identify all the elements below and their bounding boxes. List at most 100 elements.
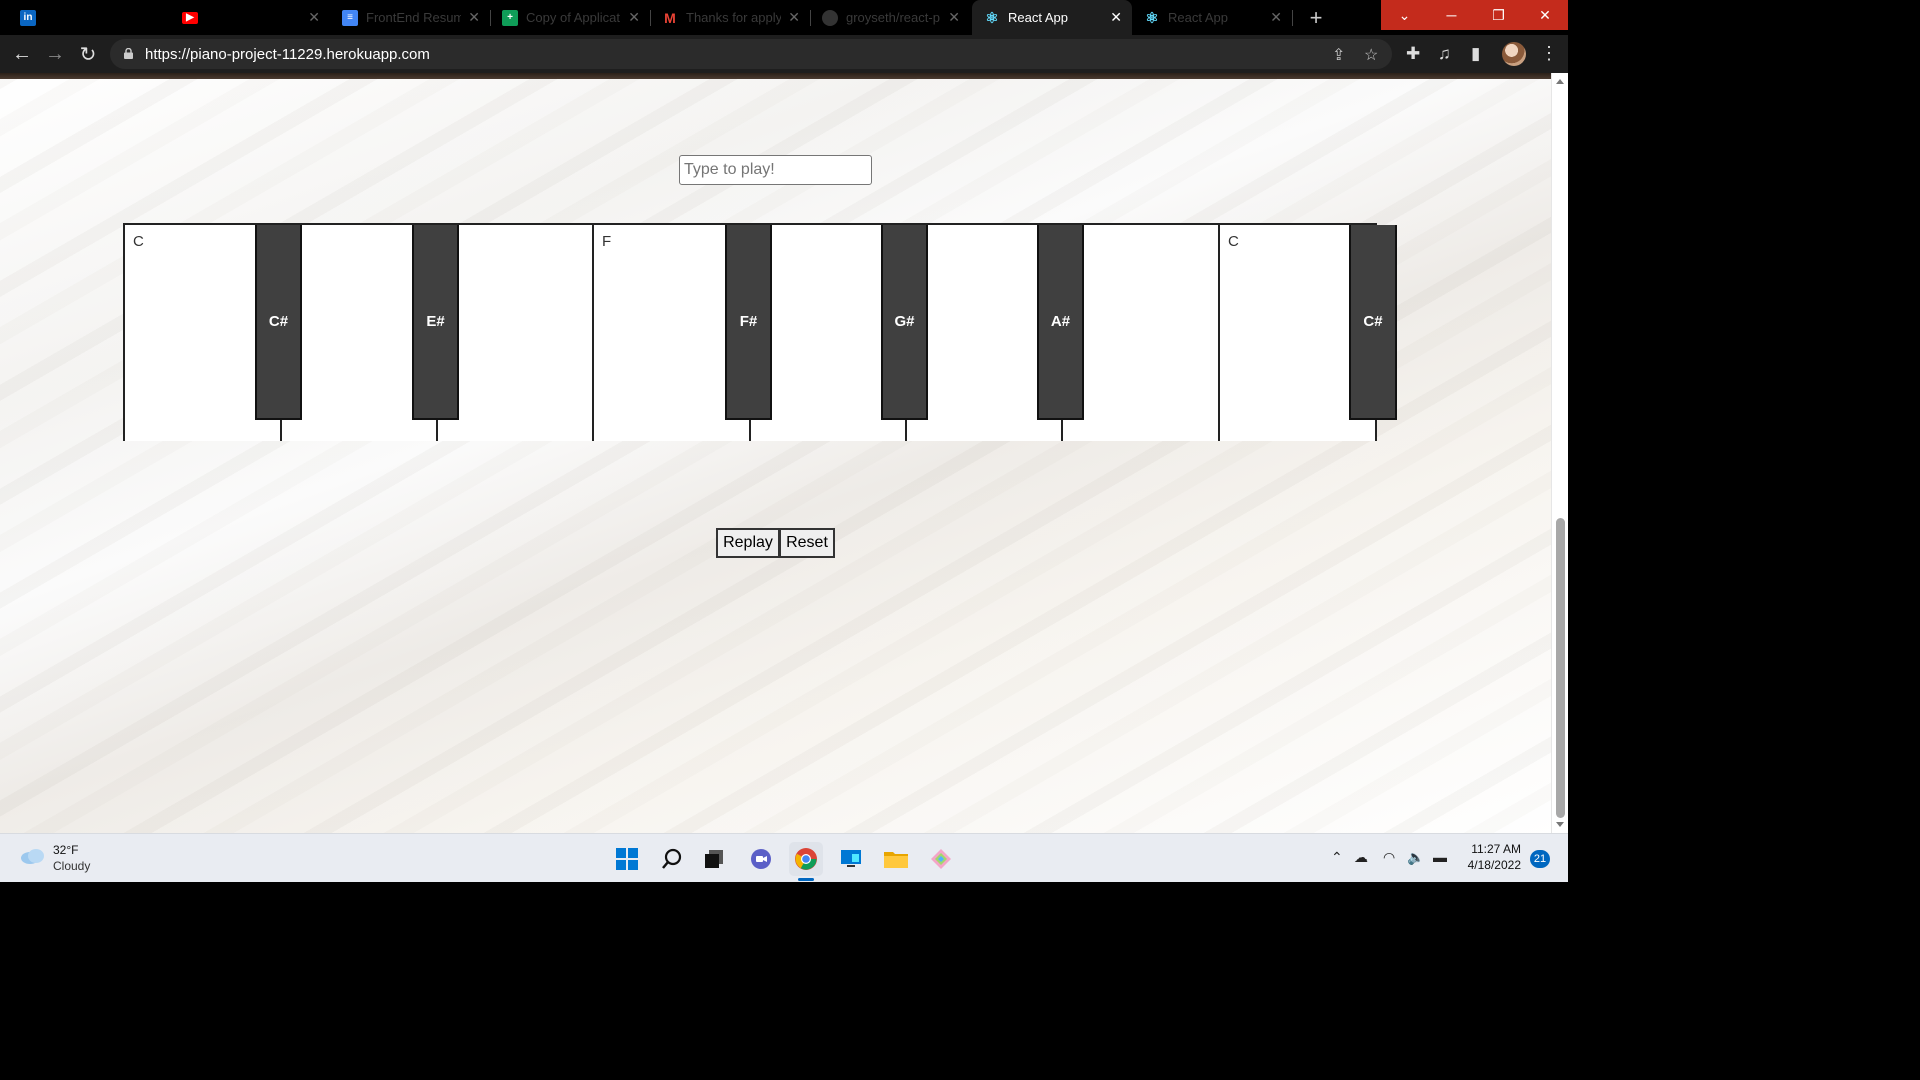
- close-icon[interactable]: ✕: [468, 9, 480, 26]
- tab-separator: [650, 10, 651, 26]
- black-key-c-sharp[interactable]: C#: [255, 225, 302, 420]
- react-icon: ⚛: [985, 9, 999, 27]
- chrome-icon: [795, 848, 817, 870]
- gmail-icon: M: [664, 9, 676, 26]
- black-key-e-sharp[interactable]: E#: [412, 225, 459, 420]
- tab-copy-of-application[interactable]: + Copy of Applicat ✕: [490, 0, 650, 35]
- lock-icon: [124, 48, 133, 59]
- volume-icon[interactable]: 🔈: [1407, 849, 1424, 866]
- file-explorer-button[interactable]: [879, 842, 913, 876]
- side-panel-icon[interactable]: ▮: [1471, 44, 1480, 64]
- google-docs-icon: ≡: [342, 9, 358, 26]
- key-label: E#: [426, 313, 445, 330]
- diamond-app-icon: [931, 849, 951, 869]
- address-bar[interactable]: https://piano-project-11229.herokuapp.co…: [110, 39, 1392, 69]
- key-label: F#: [739, 313, 758, 330]
- new-tab-button[interactable]: +: [1304, 5, 1328, 31]
- key-label: F: [602, 233, 612, 250]
- windows-taskbar: 32°F Cloudy ⌃ ☁ ◠ 🔈 ▬ 11:27 AM 4/18/2022…: [0, 833, 1568, 882]
- app-launcher-button[interactable]: [924, 842, 958, 876]
- github-icon: [822, 9, 838, 26]
- cloudy-weather-icon[interactable]: [20, 847, 46, 865]
- onedrive-cloud-icon[interactable]: ☁: [1354, 849, 1368, 866]
- scroll-down-arrow[interactable]: [1556, 822, 1564, 827]
- key-label: C#: [1363, 313, 1383, 330]
- search-button[interactable]: [655, 842, 689, 876]
- start-button[interactable]: [610, 842, 644, 876]
- tab-youtube[interactable]: ▶ ✕: [170, 0, 330, 35]
- close-icon[interactable]: ✕: [1110, 9, 1122, 26]
- white-key-e[interactable]: [438, 225, 594, 441]
- forward-button[interactable]: →: [43, 42, 67, 66]
- tab-title: React App: [1168, 10, 1228, 25]
- tab-title: Thanks for apply: [686, 10, 781, 25]
- tab-separator: [1292, 10, 1293, 26]
- reload-button[interactable]: ↻: [76, 42, 100, 66]
- weather-temperature[interactable]: 32°F: [53, 843, 78, 857]
- clock-date[interactable]: 4/18/2022: [1465, 858, 1521, 872]
- black-key-g-sharp[interactable]: G#: [881, 225, 928, 420]
- menu-icon[interactable]: ⋮: [1540, 43, 1558, 64]
- tab-title: groyseth/react-p: [846, 10, 940, 25]
- scroll-thumb[interactable]: [1556, 518, 1565, 818]
- windows-icon: [616, 848, 638, 870]
- reset-button[interactable]: Reset: [779, 528, 835, 558]
- white-key-b[interactable]: [1063, 225, 1220, 441]
- type-to-play-input[interactable]: [679, 155, 872, 185]
- task-view-button[interactable]: [697, 842, 731, 876]
- close-icon[interactable]: ✕: [788, 9, 800, 26]
- active-app-indicator: [798, 878, 814, 881]
- black-key-c-sharp-high[interactable]: C#: [1349, 225, 1397, 420]
- close-window-button[interactable]: ✕: [1522, 0, 1568, 30]
- task-view-icon: [705, 850, 723, 868]
- weather-condition[interactable]: Cloudy: [53, 859, 90, 873]
- close-icon[interactable]: ✕: [308, 9, 320, 26]
- youtube-icon: ▶: [182, 11, 198, 24]
- tab-separator: [490, 10, 491, 26]
- restore-button[interactable]: ❐: [1475, 0, 1522, 30]
- extensions-icon[interactable]: ✚: [1406, 44, 1420, 64]
- battery-icon[interactable]: ▬: [1433, 849, 1447, 865]
- teams-chat-button[interactable]: [744, 842, 778, 876]
- notification-badge[interactable]: 21: [1530, 850, 1550, 868]
- scroll-up-arrow[interactable]: [1556, 79, 1564, 84]
- close-icon[interactable]: ✕: [1270, 9, 1282, 26]
- tab-search-button[interactable]: ⌄: [1381, 0, 1428, 30]
- folder-icon: [884, 852, 908, 868]
- minimize-button[interactable]: ─: [1428, 0, 1475, 30]
- black-key-a-sharp[interactable]: A#: [1037, 225, 1084, 420]
- tab-strip: in ▶ ✕ ≡ FrontEnd Resum ✕ + Copy of Appl…: [0, 0, 1568, 35]
- url-text[interactable]: https://piano-project-11229.herokuapp.co…: [145, 46, 430, 63]
- tab-title: React App: [1008, 10, 1068, 25]
- tab-linkedin[interactable]: in: [8, 0, 168, 35]
- close-icon[interactable]: ✕: [948, 9, 960, 26]
- tab-frontend-resume[interactable]: ≡ FrontEnd Resum ✕: [330, 0, 490, 35]
- black-key-f-sharp[interactable]: F#: [725, 225, 772, 420]
- chrome-taskbar-button[interactable]: [789, 842, 823, 876]
- media-control-icon[interactable]: ♫: [1438, 44, 1451, 64]
- key-label: C: [133, 233, 144, 250]
- back-button[interactable]: ←: [10, 42, 34, 66]
- google-sheets-icon: +: [502, 9, 518, 26]
- tab-github[interactable]: groyseth/react-p ✕: [810, 0, 970, 35]
- key-label: G#: [894, 313, 915, 330]
- replay-button[interactable]: Replay: [716, 528, 780, 558]
- tab-react-app[interactable]: ⚛ React App ✕: [1132, 0, 1292, 35]
- tab-react-app-active[interactable]: ⚛ React App ✕: [972, 0, 1132, 35]
- tab-title: FrontEnd Resum: [366, 10, 461, 25]
- page-content: C F C C# E# F# G# A# C# Replay Reset: [0, 73, 1568, 833]
- close-icon[interactable]: ✕: [628, 9, 640, 26]
- search-icon: [662, 848, 682, 869]
- profile-avatar[interactable]: [1502, 42, 1526, 66]
- wifi-icon[interactable]: ◠: [1383, 849, 1395, 866]
- chevron-up-icon[interactable]: ⌃: [1331, 849, 1343, 866]
- browser-toolbar: ← → ↻ https://piano-project-11229.heroku…: [0, 35, 1568, 73]
- remote-desktop-button[interactable]: [834, 842, 868, 876]
- bookmark-star-icon[interactable]: ☆: [1364, 45, 1378, 65]
- share-icon[interactable]: ⇪: [1332, 45, 1345, 65]
- tab-gmail[interactable]: M Thanks for apply ✕: [650, 0, 810, 35]
- tab-title: Copy of Applicat: [526, 10, 620, 25]
- clock-time[interactable]: 11:27 AM: [1465, 842, 1521, 856]
- page-scrollbar[interactable]: [1551, 73, 1568, 833]
- key-label: C#: [268, 313, 289, 330]
